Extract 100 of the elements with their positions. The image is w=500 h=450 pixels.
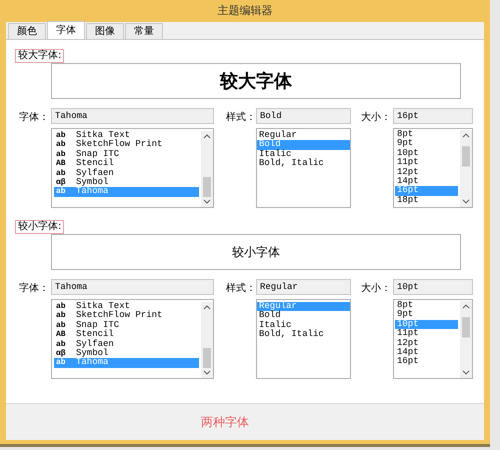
style-list[interactable]: Regular Bold Italic Bold, Italic <box>256 299 351 379</box>
item-label: 14pt <box>397 348 419 357</box>
preview-text: 较大字体 <box>220 70 292 94</box>
text-field[interactable]: 16pt <box>393 108 473 124</box>
item-label: Symbol <box>76 348 108 358</box>
tab[interactable]: 字体 <box>47 21 85 39</box>
font-list[interactable]: ab Sitka Text ab SketchFlow Print ab Snap ITC AB Stencil ab Sylfaen αβ Symbol ab Tahoma <box>51 128 214 208</box>
list-item[interactable]: ab Sitka Text <box>54 131 199 140</box>
item-label: 9pt <box>397 310 414 320</box>
item-label: Sitka Text <box>76 302 130 311</box>
list-item[interactable]: 11pt <box>395 329 458 339</box>
list-item[interactable]: ab Sitka Text <box>54 302 199 312</box>
text-field[interactable]: Tahoma <box>51 279 214 295</box>
list-item[interactable]: αβ Symbol <box>54 348 199 358</box>
font-sample: ab <box>56 311 67 321</box>
text-field[interactable]: 10pt <box>393 279 473 295</box>
list-item[interactable]: 9pt <box>395 310 458 320</box>
item-label: Sylfaen <box>76 168 114 178</box>
list-item[interactable]: Bold, Italic <box>257 330 350 340</box>
font-sample: AB <box>56 330 67 340</box>
list-item[interactable]: Bold <box>257 311 350 321</box>
footer-text: 两种字体 <box>201 414 249 431</box>
font-label: 字体： <box>19 283 49 294</box>
list-item[interactable]: 12pt <box>395 168 458 177</box>
section-label: 较大字体: <box>15 49 64 63</box>
list-item[interactable]: 18pt <box>395 196 458 206</box>
list-item[interactable]: 11pt <box>395 158 458 168</box>
list-item[interactable]: ab Snap ITC <box>54 150 199 160</box>
item-label: 16pt <box>397 186 419 196</box>
item-label: Regular <box>259 131 297 140</box>
list-item[interactable]: AB Stencil <box>54 159 199 169</box>
item-label: 14pt <box>397 176 419 186</box>
style-list[interactable]: Regular Bold Italic Bold, Italic <box>256 128 351 208</box>
tab[interactable]: 图像 <box>86 23 124 39</box>
font-sample: ab <box>56 340 67 349</box>
list-item[interactable]: 14pt <box>395 348 458 358</box>
list-item[interactable]: 16pt <box>395 357 458 367</box>
font-sample: ab <box>56 187 67 197</box>
item-label: Sitka Text <box>76 131 130 140</box>
list-item[interactable]: ab SketchFlow Print <box>54 311 199 321</box>
scrollbar[interactable] <box>201 302 213 378</box>
list-item[interactable]: αβ Symbol <box>54 178 199 188</box>
item-label: Bold, Italic <box>259 330 324 340</box>
item-label: 8pt <box>397 130 414 139</box>
list-item[interactable]: 12pt <box>395 338 458 348</box>
item-label: 11pt <box>397 158 419 168</box>
item-label: Bold <box>259 140 281 150</box>
scrollbar[interactable] <box>460 130 472 207</box>
item-label: 12pt <box>397 168 419 177</box>
font-sample: AB <box>56 159 67 169</box>
tab[interactable]: 常量 <box>125 23 163 39</box>
item-label: Sylfaen <box>76 340 114 349</box>
item-label: Stencil <box>76 330 114 340</box>
list-item[interactable]: ab Snap ITC <box>54 320 199 330</box>
item-label: Symbol <box>76 178 108 187</box>
item-label: Stencil <box>76 159 114 168</box>
list-item[interactable]: Regular <box>257 131 350 140</box>
item-label: Italic <box>259 320 292 330</box>
size-list[interactable]: 8pt 9pt 10pt 11pt 12pt 14pt 16pt <box>393 299 473 379</box>
item-label: 9pt <box>397 139 414 149</box>
window-title: 主题编辑器 <box>218 2 272 19</box>
size-list[interactable]: 8pt 9pt 10pt 11pt 12pt 14pt 16pt 18pt <box>393 128 473 208</box>
list-item[interactable]: AB Stencil <box>54 330 199 340</box>
text-field[interactable]: Tahoma <box>51 108 214 124</box>
list-item[interactable]: Italic <box>257 320 350 330</box>
scrollbar[interactable] <box>460 301 472 378</box>
item-label: Bold, Italic <box>259 159 324 169</box>
list-item[interactable]: Bold, Italic <box>257 159 350 169</box>
style-label: 样式： <box>226 283 256 294</box>
size-label: 大小： <box>361 283 391 294</box>
list-item[interactable]: 8pt <box>395 301 458 310</box>
font-label: 字体： <box>19 112 49 123</box>
item-label: Snap ITC <box>76 150 120 159</box>
item-label: 11pt <box>397 329 419 339</box>
list-item[interactable]: ab Sylfaen <box>54 340 199 349</box>
list-item[interactable]: Italic <box>257 150 350 160</box>
list-item[interactable]: 9pt <box>395 139 458 149</box>
font-sample: ab <box>56 140 67 150</box>
item-label: Italic <box>259 150 292 159</box>
item-label: SketchFlow Print <box>76 311 162 321</box>
list-item[interactable]: 8pt <box>395 130 458 140</box>
list-item[interactable]: ab Sylfaen <box>54 168 199 178</box>
item-label: Regular <box>259 302 297 311</box>
item-label: 10pt <box>397 148 419 158</box>
list-item[interactable]: 10pt <box>395 148 458 158</box>
font-list[interactable]: ab Sitka Text ab SketchFlow Print ab Snap ITC AB Stencil ab Sylfaen αβ Symbol ab Tahoma <box>51 299 214 379</box>
list-item[interactable]: ab SketchFlow Print <box>54 140 199 150</box>
item-label: 16pt <box>397 357 419 367</box>
list-item[interactable]: 14pt <box>395 176 458 186</box>
item-label: 8pt <box>397 301 414 310</box>
text-field[interactable]: Regular <box>256 279 351 295</box>
style-label: 样式： <box>226 112 256 123</box>
tab[interactable]: 颜色 <box>8 23 46 39</box>
font-sample: ab <box>56 302 67 311</box>
font-sample: ab <box>56 150 67 160</box>
item-label: Snap ITC <box>76 320 120 330</box>
item-label: SketchFlow Print <box>76 140 162 150</box>
font-sample: αβ <box>56 348 67 358</box>
scrollbar[interactable] <box>201 131 213 207</box>
text-field[interactable]: Bold <box>256 108 351 124</box>
